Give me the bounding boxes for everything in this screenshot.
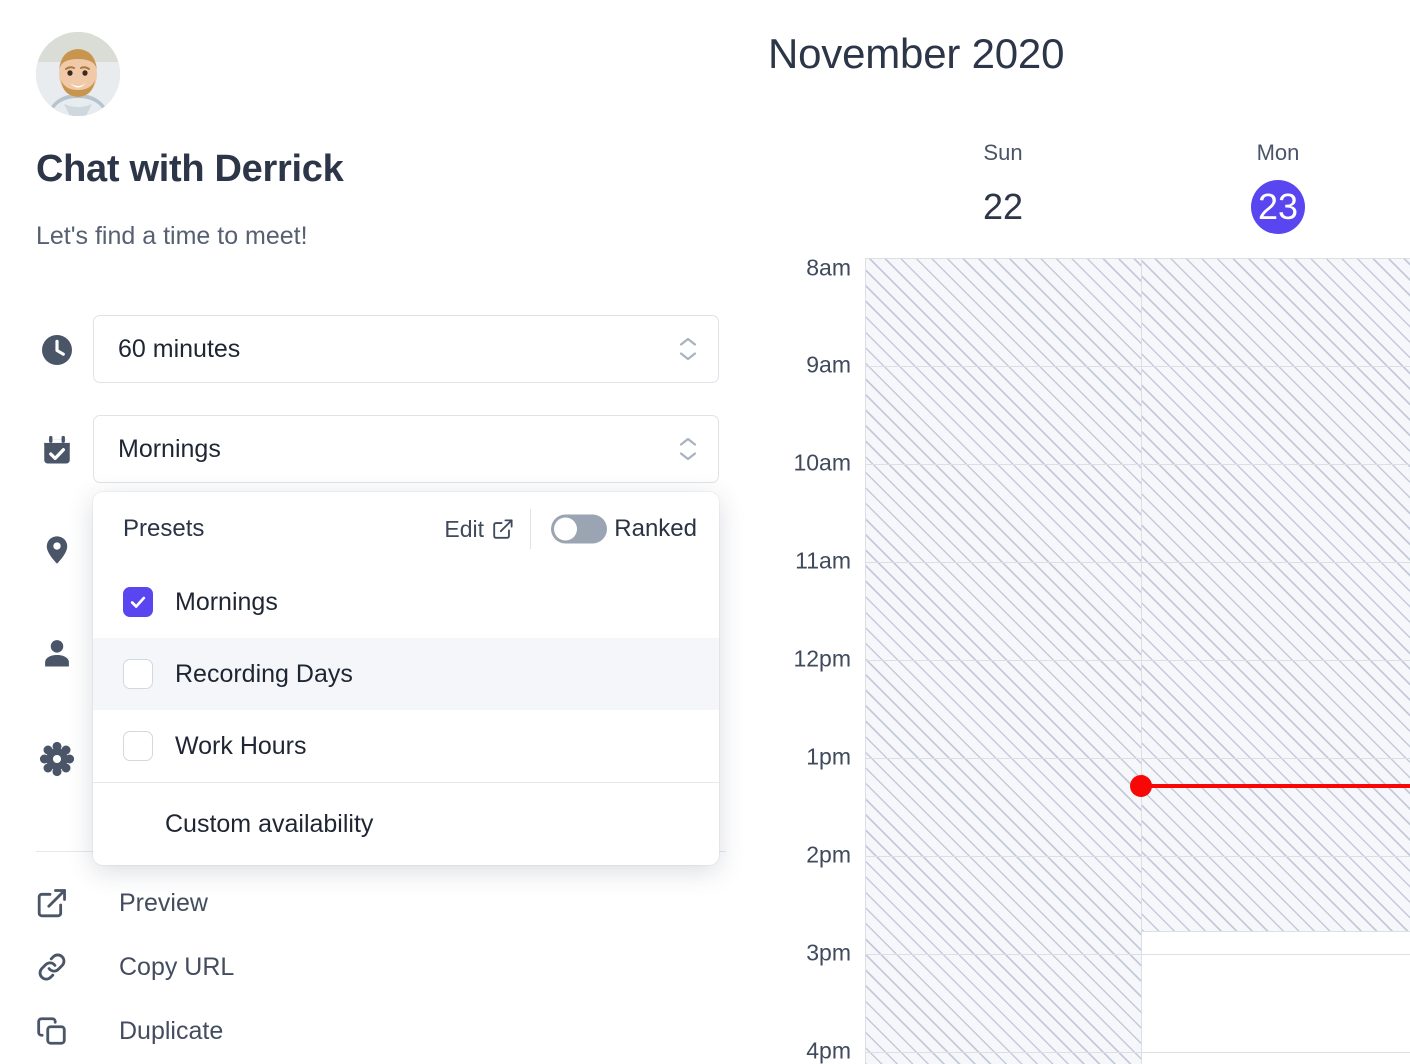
hour-label: 11am xyxy=(795,548,851,575)
copy-url-label: Copy URL xyxy=(119,953,234,982)
duration-value: 60 minutes xyxy=(118,335,240,364)
stepper-icon[interactable] xyxy=(678,337,698,362)
calendar-month-title: November 2020 xyxy=(768,30,1064,78)
copy-url-action[interactable]: Copy URL xyxy=(36,947,234,987)
preset-label: Work Hours xyxy=(175,732,307,761)
day-number: 23 xyxy=(1251,180,1305,234)
calendar-grid[interactable] xyxy=(865,258,1410,1064)
checkbox-work-hours[interactable] xyxy=(123,731,153,761)
ranked-label: Ranked xyxy=(614,515,697,543)
external-link-icon xyxy=(36,887,76,919)
hour-label: 1pm xyxy=(806,744,851,771)
availability-select[interactable]: Mornings xyxy=(93,415,719,483)
header-divider xyxy=(530,509,531,549)
ranked-toggle[interactable] xyxy=(551,515,607,544)
current-time-dot xyxy=(1130,775,1152,797)
stepper-icon[interactable] xyxy=(678,437,698,462)
page-subtitle: Let's find a time to meet! xyxy=(36,222,308,251)
presets-dropdown: Presets Edit Ranked Mornings xyxy=(93,492,719,865)
edit-presets-link[interactable]: Edit xyxy=(444,516,514,543)
dropdown-header: Presets Edit Ranked xyxy=(93,492,719,566)
availability-value: Mornings xyxy=(118,435,221,464)
hour-label: 8am xyxy=(806,255,851,282)
preview-label: Preview xyxy=(119,889,208,918)
current-time-line xyxy=(1141,784,1410,788)
preview-action[interactable]: Preview xyxy=(36,883,208,923)
hour-label: 3pm xyxy=(806,940,851,967)
unavailable-hatch xyxy=(866,259,1141,1064)
day-header-sun[interactable]: Sun 22 xyxy=(933,140,1073,234)
link-icon xyxy=(36,951,76,983)
day-of-week: Sun xyxy=(933,140,1073,166)
duplicate-label: Duplicate xyxy=(119,1017,223,1046)
day-number: 22 xyxy=(933,180,1073,234)
custom-availability-item[interactable]: Custom availability xyxy=(93,783,719,865)
duplicate-icon xyxy=(36,1015,76,1047)
time-gutter: 8am 9am 10am 11am 12pm 1pm 2pm 3pm 4pm xyxy=(760,258,865,1064)
toggle-knob xyxy=(554,518,577,541)
day-column-sun[interactable] xyxy=(865,259,1141,1064)
location-pin-icon[interactable] xyxy=(38,531,76,569)
presets-title: Presets xyxy=(123,515,204,543)
preset-item-recording-days[interactable]: Recording Days xyxy=(93,638,719,710)
preset-item-work-hours[interactable]: Work Hours xyxy=(93,710,719,782)
external-link-icon xyxy=(492,518,514,540)
checkbox-mornings[interactable] xyxy=(123,587,153,617)
gear-icon[interactable] xyxy=(38,740,76,778)
day-of-week: Mon xyxy=(1208,140,1348,166)
avatar xyxy=(36,32,120,116)
day-header-mon[interactable]: Mon 23 xyxy=(1208,140,1348,234)
edit-label: Edit xyxy=(444,516,484,543)
calendar-panel: November 2020 Sun 22 Mon 23 8am 9am 10am… xyxy=(760,0,1410,1064)
person-icon[interactable] xyxy=(38,634,76,672)
sidebar-panel: Chat with Derrick Let's find a time to m… xyxy=(0,0,760,1064)
calendar-check-icon xyxy=(38,431,76,469)
page-title: Chat with Derrick xyxy=(36,148,343,191)
unavailable-hatch xyxy=(1142,259,1410,931)
hour-label: 10am xyxy=(793,450,851,477)
duplicate-action[interactable]: Duplicate xyxy=(36,1011,223,1051)
duration-select[interactable]: 60 minutes xyxy=(93,315,719,383)
preset-item-mornings[interactable]: Mornings xyxy=(93,566,719,638)
hour-label: 12pm xyxy=(793,646,851,673)
hour-label: 9am xyxy=(806,352,851,379)
preset-label: Recording Days xyxy=(175,660,353,689)
clock-icon xyxy=(38,331,76,369)
hour-label: 4pm xyxy=(806,1038,851,1064)
day-column-mon[interactable] xyxy=(1141,259,1410,1064)
preset-label: Mornings xyxy=(175,588,278,617)
hour-label: 2pm xyxy=(806,842,851,869)
checkbox-recording-days[interactable] xyxy=(123,659,153,689)
